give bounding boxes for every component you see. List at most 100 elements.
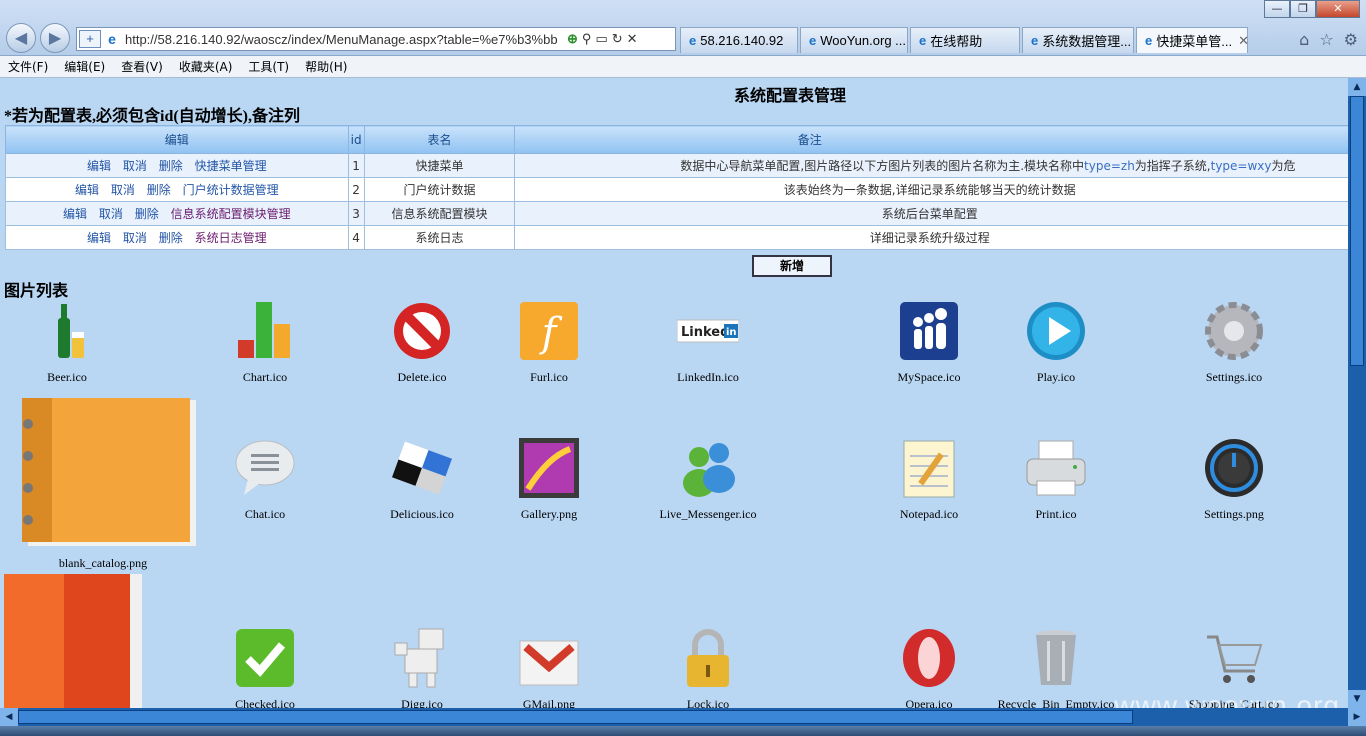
- search-icon[interactable]: ⚲: [582, 31, 592, 47]
- image-item[interactable]: Linked in LinkedIn.ico: [638, 300, 778, 385]
- chat-icon: [235, 440, 295, 495]
- scroll-left-icon[interactable]: ◀: [0, 708, 18, 726]
- edit-link[interactable]: 编辑: [87, 231, 111, 245]
- remark-text: 为指挥子系统,: [1134, 159, 1211, 173]
- scroll-up-icon[interactable]: ▲: [1348, 78, 1366, 96]
- config-notice: *若为配置表,必须包含id(自动增长),备注列: [4, 108, 301, 125]
- tab-quick-menu[interactable]: e 快捷菜单管... ✕: [1136, 27, 1248, 53]
- delete-link[interactable]: 删除: [159, 159, 183, 173]
- refresh-icon[interactable]: ↻: [612, 31, 623, 47]
- image-item[interactable]: Gallery.png: [479, 437, 619, 522]
- compatibility-view-icon[interactable]: +: [79, 30, 101, 48]
- image-item[interactable]: Settings.png: [1164, 437, 1304, 522]
- menu-edit[interactable]: 编辑(E): [56, 58, 113, 75]
- minimize-button[interactable]: —: [1264, 0, 1290, 18]
- delete-link[interactable]: 删除: [159, 231, 183, 245]
- menu-file[interactable]: 文件(F): [0, 58, 56, 75]
- image-name: Gallery.png: [520, 507, 578, 521]
- image-item[interactable]: Delicious.ico: [352, 437, 492, 522]
- image-item[interactable]: Beer.ico: [0, 300, 137, 385]
- opera-icon: [903, 629, 955, 687]
- row-id: 2: [347, 177, 365, 202]
- vertical-scrollbar[interactable]: ▲ ▼: [1348, 78, 1366, 708]
- settings-gear-icon: [1205, 302, 1263, 360]
- stop-icon[interactable]: ✕: [627, 31, 638, 47]
- manage-link[interactable]: 信息系统配置模块管理: [171, 207, 291, 221]
- add-button[interactable]: 新增: [752, 255, 832, 277]
- menu-favorites[interactable]: 收藏夹(A): [171, 58, 241, 75]
- image-item[interactable]: Chart.ico: [195, 300, 335, 385]
- image-item[interactable]: Print.ico: [986, 437, 1126, 522]
- delete-icon: [394, 303, 450, 359]
- image-item[interactable]: Notepad.ico: [859, 437, 999, 522]
- horizontal-scrollbar[interactable]: ◀ ▶: [0, 708, 1366, 726]
- remark-code: type=wxy: [1210, 159, 1272, 173]
- window-controls: — ❐ ✕: [1264, 0, 1360, 18]
- image-name: Chat.ico: [244, 507, 286, 521]
- image-item[interactable]: blank_catalog.png: [8, 398, 198, 571]
- tab-favicon-icon: e: [689, 33, 697, 48]
- edit-link[interactable]: 编辑: [87, 159, 111, 173]
- address-bar[interactable]: + e http://58.216.140.92/waoscz/index/Me…: [76, 27, 676, 51]
- menu-tools[interactable]: 工具(T): [240, 58, 297, 75]
- menu-help[interactable]: 帮助(H): [297, 58, 355, 75]
- row-actions: 编辑 取消 删除 门户统计数据管理: [5, 177, 349, 202]
- address-url[interactable]: http://58.216.140.92/waoscz/index/MenuMa…: [125, 32, 561, 47]
- tab-wooyun[interactable]: e WooYun.org ...: [800, 27, 908, 53]
- close-window-button[interactable]: ✕: [1316, 0, 1360, 18]
- image-item[interactable]: Delete.ico: [352, 300, 492, 385]
- row-remark: 该表始终为一条数据,详细记录系统能够当天的统计数据: [514, 177, 1348, 202]
- delicious-icon: [392, 441, 452, 495]
- maximize-button[interactable]: ❐: [1290, 0, 1316, 18]
- cancel-link[interactable]: 取消: [111, 183, 135, 197]
- horizontal-scroll-thumb[interactable]: [18, 710, 1133, 724]
- menu-view[interactable]: 查看(V): [113, 58, 171, 75]
- manage-link[interactable]: 快捷菜单管理: [195, 159, 267, 173]
- lock-icon: [687, 629, 729, 687]
- tab-label: WooYun.org ...: [820, 33, 906, 48]
- favorites-star-icon[interactable]: ☆: [1319, 30, 1333, 49]
- image-name: Digg.ico: [401, 697, 443, 708]
- row-remark: 数据中心导航菜单配置,图片路径以下方图片列表的图片名称为主.模块名称中type=…: [514, 153, 1348, 178]
- image-item[interactable]: Checked.ico: [195, 627, 335, 708]
- image-item[interactable]: Lock.ico: [638, 627, 778, 708]
- tools-gear-icon[interactable]: ⚙: [1344, 30, 1358, 49]
- image-item[interactable]: [4, 574, 144, 708]
- manage-link[interactable]: 系统日志管理: [195, 231, 267, 245]
- image-item[interactable]: Chat.ico: [195, 437, 335, 522]
- image-item[interactable]: Opera.ico: [859, 627, 999, 708]
- row-remark: 详细记录系统升级过程: [514, 225, 1348, 250]
- add-favorite-icon[interactable]: ⊕: [567, 31, 578, 47]
- image-item[interactable]: GMail.png: [479, 627, 619, 708]
- cancel-link[interactable]: 取消: [99, 207, 123, 221]
- compat-icon[interactable]: ▭: [595, 31, 607, 47]
- image-name: Play.ico: [1036, 370, 1076, 384]
- delete-link[interactable]: 删除: [147, 183, 171, 197]
- image-item[interactable]: Digg.ico: [352, 627, 492, 708]
- image-item[interactable]: MySpace.ico: [859, 300, 999, 385]
- image-item[interactable]: Recycle_Bin_Empty.ico: [986, 627, 1126, 708]
- scroll-right-icon[interactable]: ▶: [1348, 708, 1366, 726]
- close-tab-icon[interactable]: ✕: [1238, 33, 1247, 49]
- image-name: Beer.ico: [47, 370, 87, 384]
- tab-data-manage[interactable]: e 系统数据管理...: [1022, 27, 1134, 53]
- cancel-link[interactable]: 取消: [123, 159, 147, 173]
- edit-link[interactable]: 编辑: [63, 207, 87, 221]
- image-item[interactable]: Play.ico: [986, 300, 1126, 385]
- image-item[interactable]: f Furl.ico: [479, 300, 619, 385]
- image-item[interactable]: Live_Messenger.ico: [638, 437, 778, 522]
- cancel-link[interactable]: 取消: [123, 231, 147, 245]
- back-button[interactable]: ◀: [6, 23, 36, 53]
- scroll-down-icon[interactable]: ▼: [1348, 690, 1366, 708]
- delete-link[interactable]: 删除: [135, 207, 159, 221]
- vertical-scroll-thumb[interactable]: [1350, 96, 1364, 366]
- image-list-title: 图片列表: [4, 283, 69, 300]
- forward-button[interactable]: ▶: [40, 23, 70, 53]
- edit-link[interactable]: 编辑: [75, 183, 99, 197]
- table-row: 编辑 取消 删除 信息系统配置模块管理 3 信息系统配置模块 系统后台菜单配置: [5, 201, 1348, 226]
- image-item[interactable]: Settings.ico: [1164, 300, 1304, 385]
- home-icon[interactable]: ⌂: [1299, 30, 1309, 49]
- manage-link[interactable]: 门户统计数据管理: [183, 183, 279, 197]
- tab-ip[interactable]: e 58.216.140.92: [680, 27, 798, 53]
- tab-help[interactable]: e 在线帮助: [910, 27, 1020, 53]
